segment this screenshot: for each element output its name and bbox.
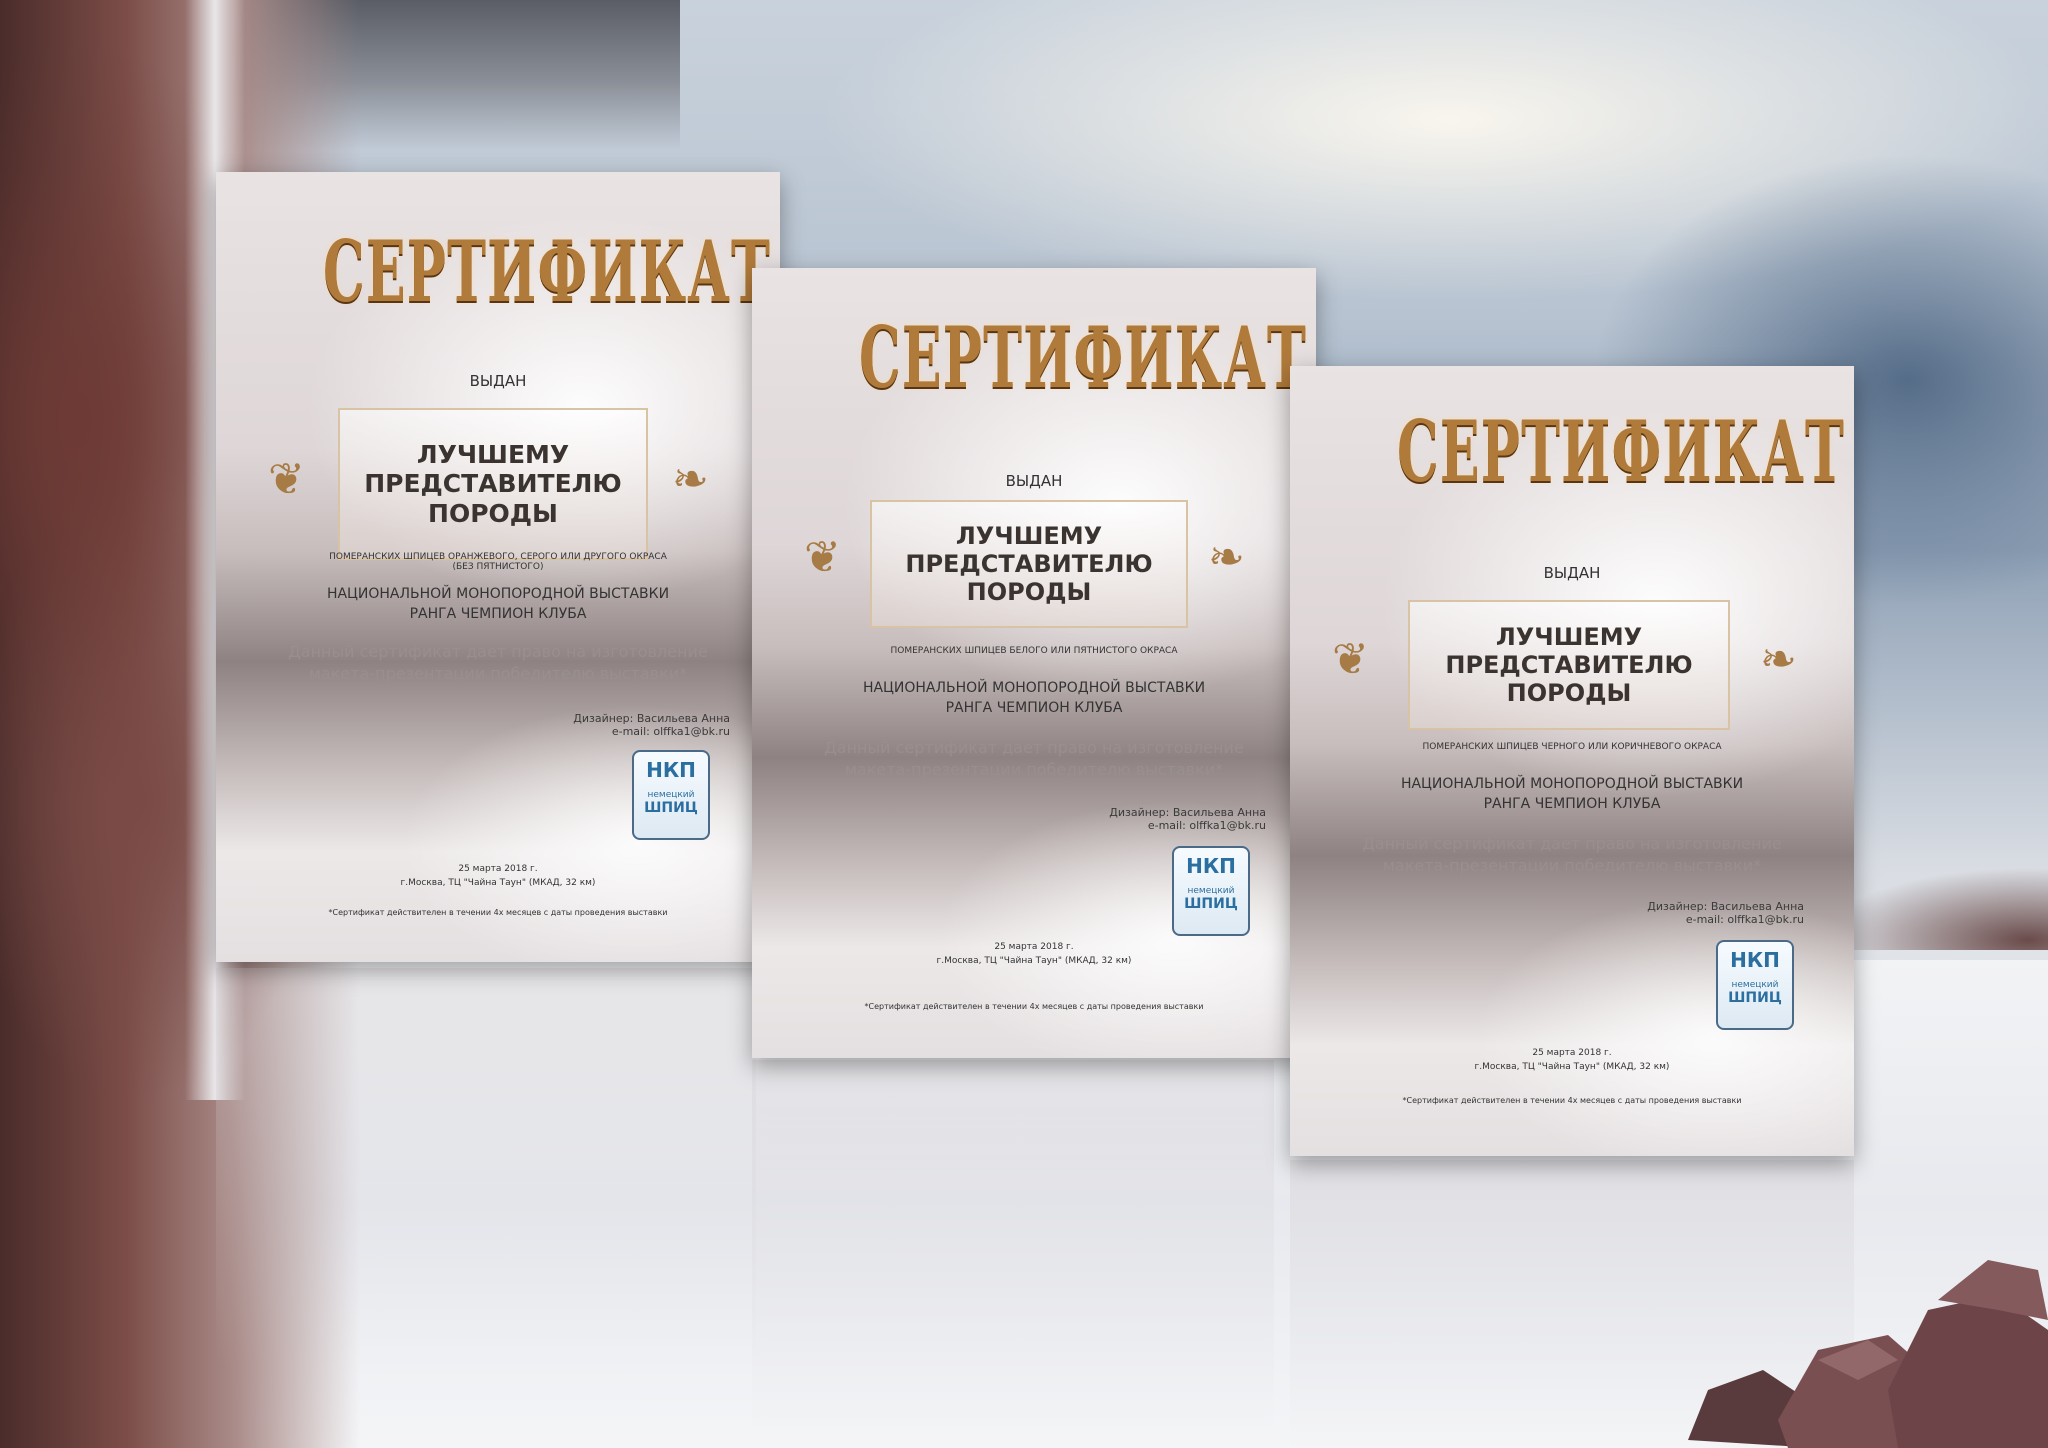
club-logo: НКП немецкий ШПИЦ: [632, 750, 710, 840]
show-line: РАНГА ЧЕМПИОН КЛУБА: [409, 606, 587, 622]
show-line: РАНГА ЧЕМПИОН КЛУБА: [1483, 796, 1661, 812]
award-box: ЛУЧШЕМУ ПРЕДСТАВИТЕЛЮ ПОРОДЫ: [870, 500, 1188, 628]
award-line: ЛУЧШЕМУ: [416, 439, 570, 469]
right-flourish-icon: ❧: [1760, 634, 1797, 685]
event-place: г.Москва, ТЦ "Чайна Таун" (МКАД, 32 км): [400, 878, 596, 888]
certificate-reflection: [752, 1060, 1274, 1440]
certificate-card: СЕРТИФИКАТ ВЫДАН ❦ ❧ ЛУЧШЕМУ ПРЕДСТАВИТЕ…: [216, 172, 780, 962]
logo-abbreviation: НКП: [1186, 854, 1236, 878]
club-logo: НКП немецкий ШПИЦ: [1172, 846, 1250, 936]
logo-word: ШПИЦ: [644, 800, 698, 816]
certificate-title: СЕРТИФИКАТ: [323, 222, 771, 321]
left-flourish-icon: ❦: [1332, 634, 1369, 685]
red-rocks: [1688, 1260, 2048, 1448]
event-date: 25 марта 2018 г.: [1532, 1048, 1612, 1058]
award-line: ПРЕДСТАВИТЕЛЮ: [364, 469, 622, 499]
rights-text: макета-презентации победителю выставки*: [844, 760, 1224, 779]
designer-email: e-mail: olffka1@bk.ru: [1147, 819, 1266, 832]
certificate-card: СЕРТИФИКАТ ВЫДАН ❦ ❧ ЛУЧШЕМУ ПРЕДСТАВИТЕ…: [752, 268, 1316, 1058]
right-flourish-icon: ❧: [1208, 532, 1245, 583]
designer-credit: Дизайнер: Васильева Анна e-mail: olffka1…: [1109, 806, 1266, 832]
award-line: ПРЕДСТАВИТЕЛЮ: [905, 549, 1153, 578]
left-flourish-icon: ❦: [804, 532, 841, 583]
designer-name: Дизайнер: Васильева Анна: [1109, 806, 1266, 819]
certificate-reflection: [216, 968, 756, 1368]
rights-text: Данный сертификат дает право на изготовл…: [824, 738, 1244, 757]
show-line: НАЦИОНАЛЬНОЙ МОНОПОРОДНОЙ ВЫСТАВКИ: [862, 680, 1206, 696]
certificate-title: СЕРТИФИКАТ: [859, 308, 1307, 407]
breed-note: ПОМЕРАНСКИХ ШПИЦЕВ ЧЕРНОГО ИЛИ КОРИЧНЕВО…: [1422, 742, 1722, 752]
rights-text: Данный сертификат дает право на изготовл…: [1362, 834, 1782, 853]
show-line: НАЦИОНАЛЬНОЙ МОНОПОРОДНОЙ ВЫСТАВКИ: [1400, 776, 1744, 792]
left-flourish-icon: ❦: [268, 454, 305, 505]
award-line: ПОРОДЫ: [966, 578, 1092, 607]
award-line: ЛУЧШЕМУ: [955, 521, 1103, 550]
show-line: РАНГА ЧЕМПИОН КЛУБА: [945, 700, 1123, 716]
logo-subtitle: немецкий: [647, 790, 695, 800]
event-place: г.Москва, ТЦ "Чайна Таун" (МКАД, 32 км): [936, 956, 1132, 966]
logo-abbreviation: НКП: [1730, 948, 1780, 972]
award-box: ЛУЧШЕМУ ПРЕДСТАВИТЕЛЮ ПОРОДЫ: [338, 408, 648, 560]
logo-subtitle: немецкий: [1187, 886, 1235, 896]
certificate-card: СЕРТИФИКАТ ВЫДАН ❦ ❧ ЛУЧШЕМУ ПРЕДСТАВИТЕ…: [1290, 366, 1854, 1156]
show-line: НАЦИОНАЛЬНОЙ МОНОПОРОДНОЙ ВЫСТАВКИ: [326, 586, 670, 602]
footnote: *Сертификат действителен в течении 4х ме…: [328, 908, 668, 917]
designer-name: Дизайнер: Васильева Анна: [1647, 900, 1804, 913]
logo-word: ШПИЦ: [1728, 990, 1782, 1006]
rights-text: макета-презентации победителю выставки*: [308, 664, 688, 683]
designer-name: Дизайнер: Васильева Анна: [573, 712, 730, 725]
designer-credit: Дизайнер: Васильева Анна e-mail: olffka1…: [1647, 900, 1804, 926]
award-line: ЛУЧШЕМУ: [1495, 622, 1643, 651]
breed-note: ПОМЕРАНСКИХ ШПИЦЕВ ОРАНЖЕВОГО, СЕРОГО ИЛ…: [329, 552, 667, 572]
rights-text: макета-презентации победителю выставки*: [1382, 856, 1762, 875]
right-flourish-icon: ❧: [672, 454, 709, 505]
footnote: *Сертификат действителен в течении 4х ме…: [864, 1002, 1204, 1011]
award-line: ПОРОДЫ: [428, 498, 558, 528]
logo-abbreviation: НКП: [646, 758, 696, 782]
breed-note: ПОМЕРАНСКИХ ШПИЦЕВ БЕЛОГО ИЛИ ПЯТНИСТОГО…: [890, 646, 1178, 656]
background-scene: СЕРТИФИКАТ ВЫДАН ❦ ❧ ЛУЧШЕМУ ПРЕДСТАВИТЕ…: [0, 0, 2048, 1448]
logo-subtitle: немецкий: [1731, 980, 1779, 990]
award-box: ЛУЧШЕМУ ПРЕДСТАВИТЕЛЮ ПОРОДЫ: [1408, 600, 1730, 730]
footnote: *Сертификат действителен в течении 4х ме…: [1402, 1096, 1742, 1105]
event-date: 25 марта 2018 г.: [994, 942, 1074, 952]
award-line: ПРЕДСТАВИТЕЛЮ: [1445, 650, 1693, 679]
logo-word: ШПИЦ: [1184, 896, 1238, 912]
event-date: 25 марта 2018 г.: [458, 864, 538, 874]
designer-credit: Дизайнер: Васильева Анна e-mail: olffka1…: [573, 712, 730, 738]
issued-label: ВЫДАН: [469, 372, 527, 390]
award-line: ПОРОДЫ: [1506, 679, 1632, 708]
issued-label: ВЫДАН: [1543, 564, 1601, 582]
designer-email: e-mail: olffka1@bk.ru: [611, 725, 730, 738]
issued-label: ВЫДАН: [1005, 472, 1063, 490]
certificate-title: СЕРТИФИКАТ: [1397, 402, 1845, 501]
club-logo: НКП немецкий ШПИЦ: [1716, 940, 1794, 1030]
event-place: г.Москва, ТЦ "Чайна Таун" (МКАД, 32 км): [1474, 1062, 1670, 1072]
rights-text: Данный сертификат дает право на изготовл…: [288, 642, 708, 661]
designer-email: e-mail: olffka1@bk.ru: [1685, 913, 1804, 926]
